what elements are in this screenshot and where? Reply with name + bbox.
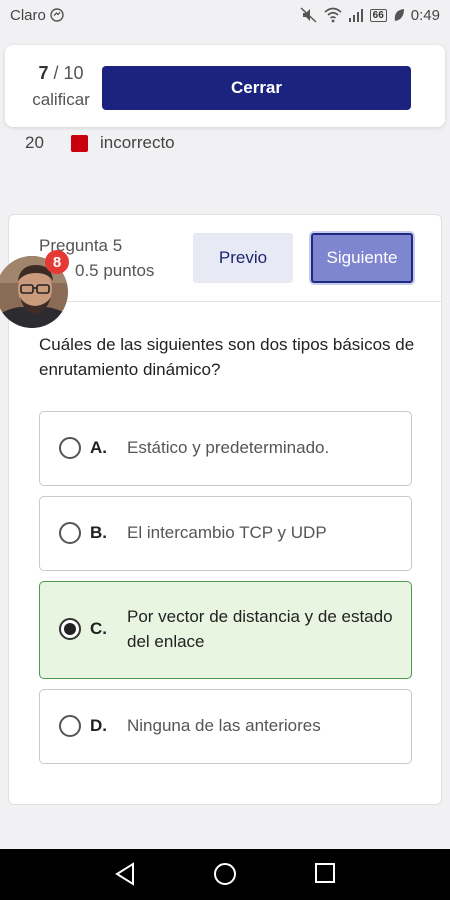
option-letter: A. — [90, 437, 107, 457]
option-b[interactable]: B. El intercambio TCP y UDP — [39, 496, 412, 571]
header-divider — [9, 301, 441, 302]
incorrect-swatch — [71, 134, 88, 152]
radio-button[interactable] — [59, 714, 81, 737]
score-total: / 10 — [53, 63, 84, 83]
back-icon[interactable] — [114, 862, 138, 886]
close-button[interactable]: Cerrar — [102, 66, 411, 110]
score: 7 / 10 — [23, 63, 99, 84]
carrier-name: Claro — [10, 6, 46, 24]
score-label: calificar — [32, 90, 90, 109]
option-text: El intercambio TCP y UDP — [127, 523, 327, 542]
option-c[interactable]: C. Por vector de distancia y de estado d… — [39, 581, 412, 679]
next-button[interactable]: Siguiente — [311, 233, 413, 283]
option-letter: D. — [90, 715, 107, 735]
option-text: Por vector de distancia y de estado del … — [127, 607, 393, 651]
wifi-icon — [324, 7, 342, 23]
notification-badge: 8 — [45, 250, 69, 274]
score-current: 7 — [38, 63, 49, 83]
option-d[interactable]: D. Ninguna de las anteriores — [39, 689, 412, 764]
radio-button[interactable] — [59, 521, 81, 544]
option-letter: C. — [90, 619, 107, 638]
status-bar: Claro 66 0:49 — [0, 0, 450, 30]
incorrect-label: incorrecto — [100, 133, 175, 152]
option-text: Ninguna de las anteriores — [127, 716, 321, 735]
option-a[interactable]: A. Estático y predeterminado. — [39, 411, 412, 486]
system-nav-bar — [0, 849, 450, 900]
question-points: 0.5 puntos — [75, 261, 155, 280]
option-text: Estático y predeterminado. — [127, 438, 330, 457]
question-text: Cuáles de las siguientes son dos tipos b… — [39, 335, 415, 379]
signal-icon — [348, 8, 364, 22]
question-card: Pregunta 5 0.5 puntos Previo Siguiente C… — [8, 214, 442, 805]
score-card: 7 / 10 calificar Cerrar — [5, 45, 445, 127]
legend-incorrect: 20 incorrecto — [25, 131, 175, 155]
radio-button-checked[interactable] — [59, 618, 81, 640]
leaf-icon — [393, 8, 405, 22]
mute-icon — [300, 7, 318, 23]
incorrect-count: 20 — [25, 133, 44, 152]
recents-icon[interactable] — [314, 862, 338, 886]
battery-icon: 66 — [369, 8, 387, 22]
sync-icon — [50, 8, 64, 22]
radio-button[interactable] — [59, 436, 81, 459]
score-box: 7 / 10 calificar — [23, 63, 99, 110]
home-icon[interactable] — [213, 862, 237, 886]
option-letter: B. — [90, 522, 107, 542]
previous-button[interactable]: Previo — [193, 233, 293, 283]
clock: 0:49 — [410, 6, 440, 24]
